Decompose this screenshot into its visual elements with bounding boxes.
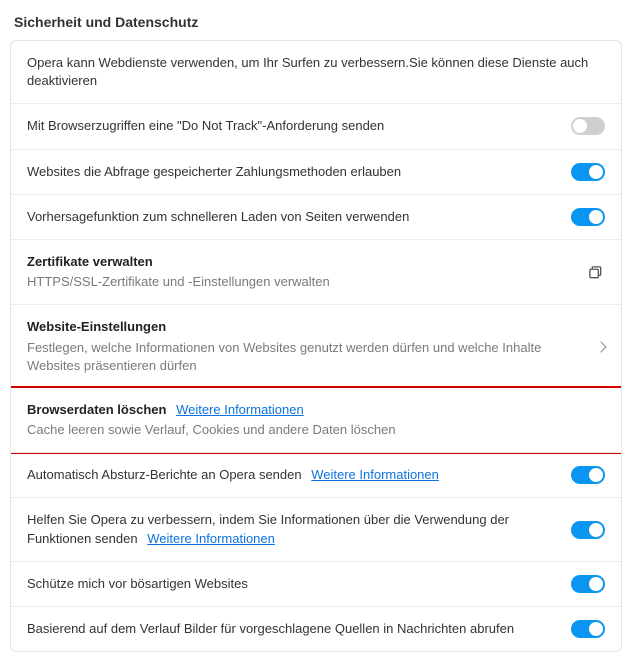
certs-row[interactable]: Zertifikate verwalten HTTPS/SSL-Zertifik…: [11, 239, 621, 304]
open-window-icon[interactable]: [585, 262, 605, 282]
certs-sub: HTTPS/SSL-Zertifikate und -Einstellungen…: [27, 273, 573, 291]
payment-row: Websites die Abfrage gespeicherter Zahlu…: [11, 149, 621, 194]
images-row: Basierend auf dem Verlauf Bilder für vor…: [11, 606, 621, 651]
crash-label: Automatisch Absturz-Berichte an Opera se…: [27, 467, 302, 482]
improve-row: Helfen Sie Opera zu verbessern, indem Si…: [11, 497, 621, 560]
page-title: Sicherheit und Datenschutz: [0, 0, 632, 40]
site-settings-row[interactable]: Website-Einstellungen Festlegen, welche …: [11, 304, 621, 388]
clear-data-sub: Cache leeren sowie Verlauf, Cookies und …: [27, 421, 605, 439]
images-toggle[interactable]: [571, 620, 605, 638]
certs-text: Zertifikate verwalten HTTPS/SSL-Zertifik…: [27, 253, 573, 291]
dnt-label: Mit Browserzugriffen eine "Do Not Track"…: [27, 117, 559, 135]
intro-text: Opera kann Webdienste verwenden, um Ihr …: [27, 54, 605, 90]
improve-toggle[interactable]: [571, 521, 605, 539]
dnt-toggle[interactable]: [571, 117, 605, 135]
site-settings-sub: Festlegen, welche Informationen von Webs…: [27, 339, 585, 375]
dnt-row: Mit Browserzugriffen eine "Do Not Track"…: [11, 103, 621, 148]
payment-label: Websites die Abfrage gespeicherter Zahlu…: [27, 163, 559, 181]
predict-label: Vorhersagefunktion zum schnelleren Laden…: [27, 208, 559, 226]
clear-data-more-link[interactable]: Weitere Informationen: [176, 402, 304, 417]
improve-text: Helfen Sie Opera zu verbessern, indem Si…: [27, 511, 559, 547]
chevron-right-icon: [595, 341, 606, 352]
clear-data-row[interactable]: Browserdaten löschen Weitere Information…: [10, 386, 622, 454]
intro-row: Opera kann Webdienste verwenden, um Ihr …: [11, 41, 621, 103]
security-panel: Opera kann Webdienste verwenden, um Ihr …: [10, 40, 622, 652]
crash-more-link[interactable]: Weitere Informationen: [311, 467, 439, 482]
crash-toggle[interactable]: [571, 466, 605, 484]
predict-row: Vorhersagefunktion zum schnelleren Laden…: [11, 194, 621, 239]
clear-data-title: Browserdaten löschen: [27, 402, 166, 417]
improve-more-link[interactable]: Weitere Informationen: [147, 531, 275, 546]
malware-label: Schütze mich vor bösartigen Websites: [27, 575, 559, 593]
crash-row: Automatisch Absturz-Berichte an Opera se…: [11, 452, 621, 497]
malware-toggle[interactable]: [571, 575, 605, 593]
site-settings-text: Website-Einstellungen Festlegen, welche …: [27, 318, 585, 375]
certs-title: Zertifikate verwalten: [27, 253, 573, 271]
payment-toggle[interactable]: [571, 163, 605, 181]
clear-data-text: Browserdaten löschen Weitere Information…: [27, 401, 605, 439]
malware-row: Schütze mich vor bösartigen Websites: [11, 561, 621, 606]
crash-text: Automatisch Absturz-Berichte an Opera se…: [27, 466, 559, 484]
images-label: Basierend auf dem Verlauf Bilder für vor…: [27, 620, 559, 638]
site-settings-title: Website-Einstellungen: [27, 318, 585, 336]
predict-toggle[interactable]: [571, 208, 605, 226]
